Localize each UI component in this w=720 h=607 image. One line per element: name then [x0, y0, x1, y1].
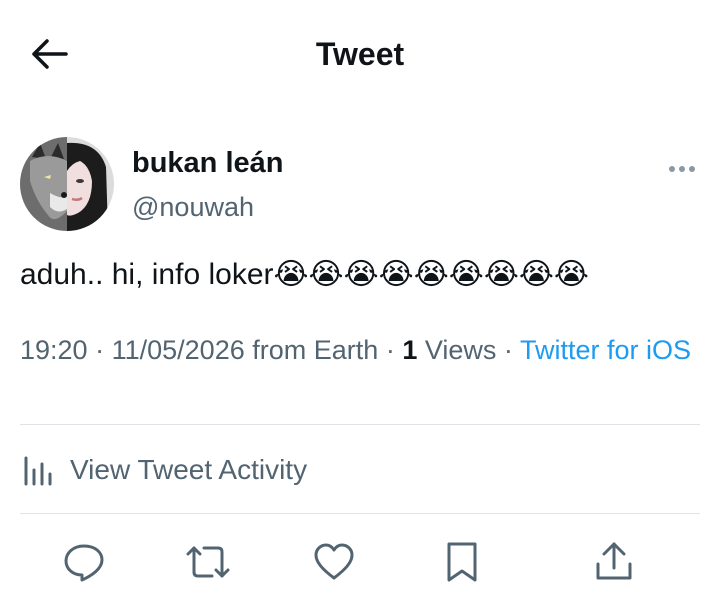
retweet-button[interactable] [180, 534, 236, 590]
author-handle[interactable]: @nouwah [132, 190, 254, 224]
more-horizontal-icon [669, 166, 695, 172]
divider [20, 424, 700, 425]
more-options-button[interactable] [664, 159, 700, 179]
tweet-time: 19:20 [20, 335, 88, 365]
share-icon [592, 540, 636, 584]
analytics-icon [20, 452, 56, 488]
tweet-text: aduh.. hi, info loker😭😭😭😭😭😭😭😭😭 [20, 258, 589, 291]
like-icon [312, 542, 356, 582]
bookmark-button[interactable] [434, 534, 490, 590]
view-tweet-activity-button[interactable]: View Tweet Activity [20, 430, 700, 510]
like-button[interactable] [306, 534, 362, 590]
view-tweet-activity-label: View Tweet Activity [70, 454, 308, 485]
author-display-name[interactable]: bukan leán [132, 145, 284, 181]
page-title: Tweet [315, 36, 405, 72]
tweet-meta: 19:20 · 11/05/2026 from Earth · 1 Views … [20, 335, 691, 365]
share-button[interactable] [586, 534, 642, 590]
avatar[interactable] [20, 137, 114, 231]
top-bar: Tweet [0, 0, 720, 108]
views-label: Views [424, 335, 497, 365]
source-client-link[interactable]: Twitter for iOS [520, 335, 691, 365]
retweet-icon [184, 542, 232, 582]
tweet-date: 11/05/2026 [111, 335, 245, 365]
bookmark-icon [444, 540, 480, 584]
tweet-location: from Earth [252, 335, 379, 365]
reply-button[interactable] [56, 534, 112, 590]
tweet-author: bukan leán @nouwah [20, 137, 700, 233]
divider [20, 513, 700, 514]
reply-icon [62, 542, 106, 582]
views-count: 1 [402, 335, 418, 365]
tweet-action-bar [0, 534, 720, 594]
